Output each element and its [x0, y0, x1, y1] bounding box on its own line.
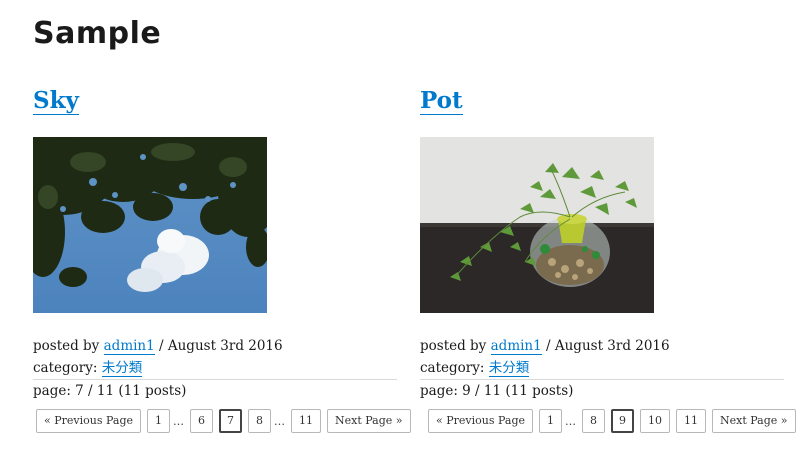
- pagination-ellipsis: …: [274, 414, 285, 428]
- post-title-link[interactable]: Pot: [420, 87, 463, 115]
- page-info: page: 9 / 11 (11 posts): [420, 379, 784, 402]
- previous-page-button[interactable]: « Previous Page: [36, 409, 141, 433]
- post-date: / August 3rd 2016: [546, 338, 670, 354]
- category-label: category:: [420, 360, 485, 376]
- current-page-button[interactable]: 7: [219, 409, 242, 433]
- page-title: Sample: [33, 16, 162, 51]
- pot-photo: [420, 137, 654, 313]
- page-button[interactable]: 10: [640, 409, 670, 433]
- page-button[interactable]: 6: [190, 409, 213, 433]
- posted-by-label: posted by: [420, 338, 487, 354]
- pagination-ellipsis: …: [173, 414, 184, 428]
- category-link[interactable]: 未分類: [488, 360, 530, 377]
- page-button[interactable]: 1: [147, 409, 170, 433]
- post-byline: posted by admin1 / August 3rd 2016: [420, 335, 784, 357]
- post-byline: posted by admin1 / August 3rd 2016: [33, 335, 397, 357]
- page-info: page: 7 / 11 (11 posts): [33, 379, 397, 402]
- post-thumbnail[interactable]: [420, 137, 654, 313]
- page-button[interactable]: 11: [676, 409, 706, 433]
- post-meta: posted by admin1 / August 3rd 2016 categ…: [33, 335, 397, 402]
- pagination-ellipsis: …: [565, 414, 576, 428]
- post-title-link[interactable]: Sky: [33, 87, 79, 115]
- post-title: Pot: [420, 86, 784, 116]
- pagination: « Previous Page 1 … 8 9 10 11 Next Page …: [428, 409, 800, 433]
- post-meta: posted by admin1 / August 3rd 2016 categ…: [420, 335, 784, 402]
- author-link[interactable]: admin1: [490, 338, 542, 355]
- author-link[interactable]: admin1: [103, 338, 155, 355]
- next-page-button[interactable]: Next Page »: [712, 409, 796, 433]
- post-card: Sky posted by admin1 / August 3rd 2016 c…: [33, 86, 411, 433]
- page-button[interactable]: 8: [582, 409, 605, 433]
- category-link[interactable]: 未分類: [101, 360, 143, 377]
- category-label: category:: [33, 360, 98, 376]
- post-thumbnail[interactable]: [33, 137, 267, 313]
- post-date: / August 3rd 2016: [159, 338, 283, 354]
- post-category: category: 未分類: [420, 357, 784, 379]
- post-card: Pot posted by admin1 / August 3rd 2016 c…: [420, 86, 796, 433]
- previous-page-button[interactable]: « Previous Page: [428, 409, 533, 433]
- next-page-button[interactable]: Next Page »: [327, 409, 411, 433]
- page-button[interactable]: 8: [248, 409, 271, 433]
- post-title: Sky: [33, 86, 397, 116]
- posted-by-label: posted by: [33, 338, 100, 354]
- page-button[interactable]: 11: [291, 409, 321, 433]
- current-page-button[interactable]: 9: [611, 409, 634, 433]
- post-category: category: 未分類: [33, 357, 397, 379]
- pagination: « Previous Page 1 … 6 7 8 … 11 Next Page…: [36, 409, 417, 433]
- page-button[interactable]: 1: [539, 409, 562, 433]
- sky-photo: [33, 137, 267, 313]
